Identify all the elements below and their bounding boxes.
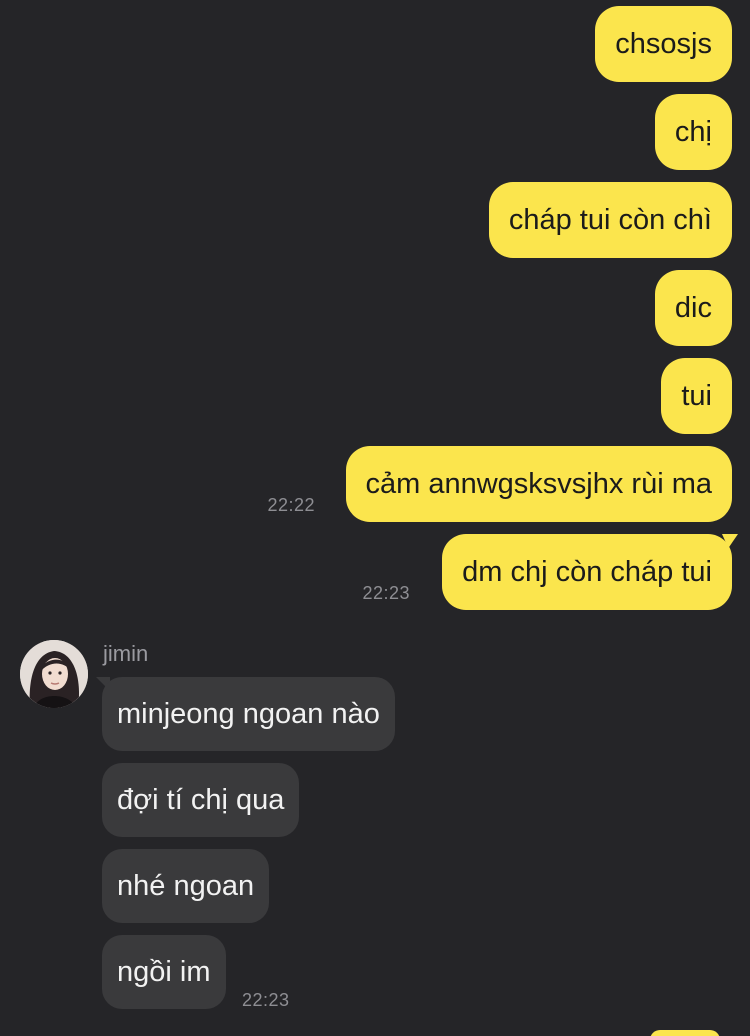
outgoing-message-bubble[interactable]: dm chj còn cháp tui: [442, 534, 732, 610]
message-text: dic: [674, 291, 712, 324]
avatar-photo-icon: [20, 640, 88, 708]
message-text: cháp tui còn chì: [508, 203, 712, 236]
sender-avatar[interactable]: [20, 640, 88, 708]
outgoing-message-bubble[interactable]: chsosjs: [595, 6, 732, 82]
outgoing-message-bubble[interactable]: dic: [654, 270, 732, 346]
message-text: nhé ngoan: [117, 869, 255, 902]
message-text: ngồi im: [117, 955, 211, 988]
message-text: chsosjs: [615, 27, 712, 60]
message-text: chị: [674, 115, 712, 148]
outgoing-message-bubble-partial[interactable]: [650, 1030, 720, 1036]
outgoing-message-bubble[interactable]: cảm annwgsksvsjhx rùi ma: [345, 446, 732, 522]
message-text: tui: [681, 379, 712, 412]
message-text: minjeong ngoan nào: [117, 697, 380, 730]
outgoing-message-bubble[interactable]: tui: [661, 358, 732, 434]
incoming-message-bubble[interactable]: đợi tí chị qua: [102, 763, 300, 837]
message-text: đợi tí chị qua: [117, 783, 285, 816]
incoming-message-bubble[interactable]: minjeong ngoan nào: [102, 677, 395, 751]
incoming-message-bubble[interactable]: nhé ngoan: [102, 849, 270, 923]
outgoing-message-bubble[interactable]: chị: [654, 94, 732, 170]
message-timestamp: 22:22: [267, 495, 315, 515]
message-timestamp: 22:23: [242, 990, 290, 1010]
outgoing-message-bubble[interactable]: cháp tui còn chì: [488, 182, 732, 258]
message-timestamp: 22:23: [362, 583, 410, 603]
message-text: dm chj còn cháp tui: [462, 555, 712, 588]
incoming-message-bubble[interactable]: ngồi im: [102, 935, 226, 1009]
sender-name: jimin: [103, 641, 149, 666]
message-text: cảm annwgsksvsjhx rùi ma: [365, 467, 713, 500]
